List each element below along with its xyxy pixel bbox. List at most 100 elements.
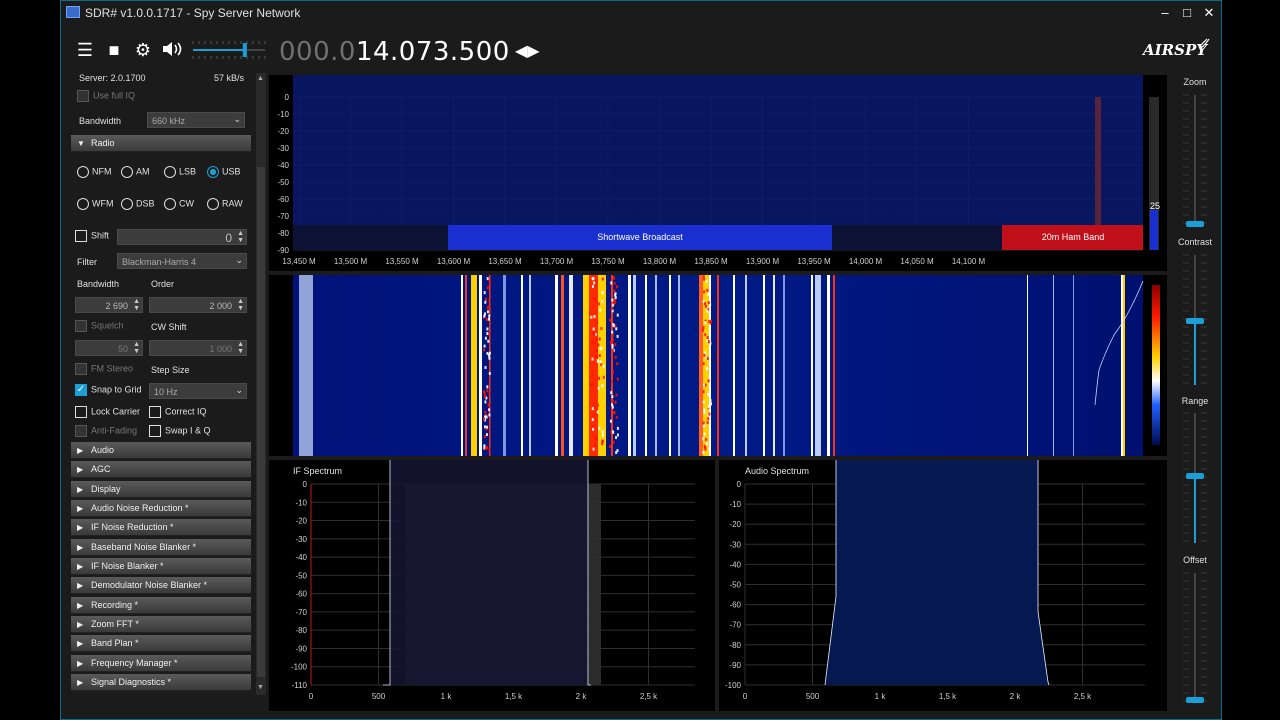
waterfall-speckle bbox=[593, 281, 596, 285]
spin-arrows-icon[interactable]: ▲ ▼ bbox=[237, 298, 244, 312]
section-audio[interactable]: ▶ Audio bbox=[71, 442, 251, 459]
sidebar-scrollbar[interactable]: ▲ ▼ bbox=[256, 73, 266, 695]
section-band-plan[interactable]: ▶ Band Plan * bbox=[71, 635, 251, 652]
snap-to-grid-checkbox[interactable]: ✓ Snap to Grid bbox=[75, 384, 142, 398]
zoom-thumb[interactable] bbox=[1186, 221, 1204, 227]
tuned-frequency-marker[interactable] bbox=[1095, 97, 1101, 225]
filter-bandwidth-input[interactable]: 2 690 ▲ ▼ bbox=[75, 297, 143, 313]
bandwidth-select[interactable]: 660 kHz ⌄ bbox=[147, 112, 245, 128]
checkbox-box bbox=[149, 406, 161, 418]
spectrum-y-tick: -30 bbox=[277, 144, 289, 153]
radio-dot bbox=[121, 166, 133, 178]
filter-select[interactable]: Blackman-Harris 4 ⌄ bbox=[117, 253, 247, 269]
menu-icon[interactable]: ☰ bbox=[73, 39, 97, 61]
lock-carrier-checkbox[interactable]: Lock Carrier bbox=[75, 406, 140, 420]
spectrum-y-tick: -20 bbox=[277, 127, 289, 136]
anti-fading-checkbox[interactable]: Anti-Fading bbox=[75, 425, 137, 439]
section-baseband-noise-blanker[interactable]: ▶ Baseband Noise Blanker * bbox=[71, 539, 251, 556]
scrollbar-thumb[interactable] bbox=[257, 167, 265, 677]
volume-thumb[interactable] bbox=[242, 43, 247, 57]
spectrum-analyzer[interactable]: 0 -10 -20 -30 -40 -50 -60 -70 -80 -90 13,450 M 13,… bbox=[269, 1, 1167, 271]
swap-iq-checkbox[interactable]: Swap I & Q bbox=[149, 425, 211, 439]
mode-dsb[interactable]: DSB bbox=[121, 198, 155, 212]
if-spectrum-panel[interactable]: IF Spectrum 0 -10 -20 -30 -40 -50 -60 -70 -80 -90… bbox=[269, 1, 715, 711]
mode-wfm[interactable]: WFM bbox=[77, 198, 114, 212]
minimize-button[interactable]: – bbox=[1155, 4, 1175, 22]
stop-icon[interactable]: ■ bbox=[102, 39, 126, 61]
section-frequency-manager[interactable]: ▶ Frequency Manager * bbox=[71, 655, 251, 672]
section-zoom-fft[interactable]: ▶ Zoom FFT * bbox=[71, 616, 251, 633]
volume-slider[interactable] bbox=[191, 37, 267, 63]
close-button[interactable]: ✕ bbox=[1199, 4, 1219, 22]
section-if-noise-reduction[interactable]: ▶ IF Noise Reduction * bbox=[71, 519, 251, 536]
section-if-noise-blanker[interactable]: ▶ IF Noise Blanker * bbox=[71, 558, 251, 575]
if-spectrum-chart[interactable]: IF Spectrum 0 -10 -20 -30 -40 -50 -60 -70 -80 -90… bbox=[269, 1, 715, 711]
audio-spectrum-panel[interactable]: Audio Spectrum 0 -10 -20 -30 -40 -50 -60 -70 -80… bbox=[719, 1, 1167, 711]
contrast-thumb[interactable] bbox=[1186, 318, 1204, 324]
au-x-tick: 1 k bbox=[875, 692, 887, 701]
waterfall-speckle bbox=[592, 447, 595, 451]
section-signal-diagnostics[interactable]: ▶ Signal Diagnostics * bbox=[71, 674, 251, 691]
step-size-select[interactable]: 10 Hz ⌄ bbox=[149, 383, 247, 399]
order-input[interactable]: 2 000 ▲ ▼ bbox=[149, 297, 247, 313]
spectrum-panel[interactable]: 0 -10 -20 -30 -40 -50 -60 -70 -80 -90 13,450 M 13,… bbox=[269, 1, 1167, 271]
mode-lsb[interactable]: LSB bbox=[164, 166, 196, 180]
correct-iq-checkbox[interactable]: Correct IQ bbox=[149, 406, 207, 420]
mode-am[interactable]: AM bbox=[121, 166, 150, 180]
audio-spectrum-chart[interactable]: Audio Spectrum 0 -10 -20 -30 -40 -50 -60 -70 -80… bbox=[719, 1, 1167, 711]
squelch-input[interactable]: 50 ▲ ▼ bbox=[75, 340, 143, 356]
chevron-down-icon: ⌄ bbox=[233, 114, 241, 124]
cw-shift-input[interactable]: 1 000 ▲ ▼ bbox=[149, 340, 247, 356]
section-audio-noise-reduction[interactable]: ▶ Audio Noise Reduction * bbox=[71, 500, 251, 517]
if-x-tick: 1,5 k bbox=[505, 692, 523, 701]
mode-usb[interactable]: USB bbox=[207, 166, 241, 180]
offset-slider[interactable] bbox=[1186, 573, 1204, 703]
section-display[interactable]: ▶ Display bbox=[71, 481, 251, 498]
spin-arrows-icon[interactable]: ▲ ▼ bbox=[237, 230, 244, 244]
fm-stereo-checkbox[interactable]: FM Stereo bbox=[75, 363, 133, 377]
shift-label: Shift bbox=[91, 230, 110, 241]
section-demodulator-noise-blanker[interactable]: ▶ Demodulator Noise Blanker * bbox=[71, 577, 251, 594]
waterfall-speckle bbox=[597, 386, 600, 390]
waterfall-speckle bbox=[488, 299, 491, 303]
speaker-icon[interactable] bbox=[160, 39, 184, 61]
waterfall-signal-column bbox=[503, 275, 506, 456]
spin-arrows-icon[interactable]: ▲ ▼ bbox=[237, 341, 244, 355]
mode-raw[interactable]: RAW bbox=[207, 198, 243, 212]
scroll-up-icon[interactable]: ▲ bbox=[257, 75, 264, 82]
waterfall-speckle bbox=[488, 314, 491, 318]
waterfall-speckle bbox=[591, 407, 594, 411]
maximize-button[interactable]: □ bbox=[1177, 4, 1197, 22]
section-agc[interactable]: ▶ AGC bbox=[71, 461, 251, 478]
mode-nfm[interactable]: NFM bbox=[77, 166, 112, 180]
frequency-display[interactable]: 000.014.073.500 bbox=[279, 37, 510, 67]
waterfall-speckle bbox=[488, 356, 491, 360]
waterfall-panel[interactable] bbox=[269, 275, 1167, 456]
waterfall-speckle bbox=[706, 336, 709, 340]
waterfall-speckle bbox=[601, 384, 604, 388]
use-full-iq-checkbox[interactable]: Use full IQ bbox=[77, 90, 135, 104]
offset-thumb[interactable] bbox=[1186, 697, 1204, 703]
range-slider[interactable] bbox=[1186, 413, 1204, 543]
gear-icon[interactable]: ⚙ bbox=[131, 39, 155, 61]
waterfall-speckle bbox=[593, 315, 596, 319]
waterfall-signal-column bbox=[833, 275, 835, 456]
spin-arrows-icon[interactable]: ▲ ▼ bbox=[133, 341, 140, 355]
tuning-arrows-icon[interactable]: ◀▶ bbox=[515, 41, 540, 61]
scroll-down-icon[interactable]: ▼ bbox=[257, 684, 264, 691]
contrast-slider[interactable] bbox=[1186, 255, 1204, 385]
section-radio[interactable]: ▼ Radio bbox=[71, 135, 251, 152]
shift-checkbox[interactable]: Shift bbox=[75, 230, 109, 244]
spin-arrows-icon[interactable]: ▲ ▼ bbox=[133, 298, 140, 312]
waterfall-speckle bbox=[486, 318, 489, 322]
range-thumb[interactable] bbox=[1186, 473, 1204, 479]
waterfall-display[interactable] bbox=[269, 275, 1167, 456]
mode-cw[interactable]: CW bbox=[164, 198, 194, 212]
waterfall-speckle bbox=[609, 341, 612, 345]
waterfall-speckle bbox=[488, 448, 491, 452]
shift-input[interactable]: 0 ▲ ▼ bbox=[117, 229, 247, 245]
section-recording[interactable]: ▶ Recording * bbox=[71, 597, 251, 614]
squelch-checkbox[interactable]: Squelch bbox=[75, 320, 124, 334]
waterfall-speckle bbox=[596, 321, 599, 325]
waterfall-speckle bbox=[601, 442, 604, 446]
